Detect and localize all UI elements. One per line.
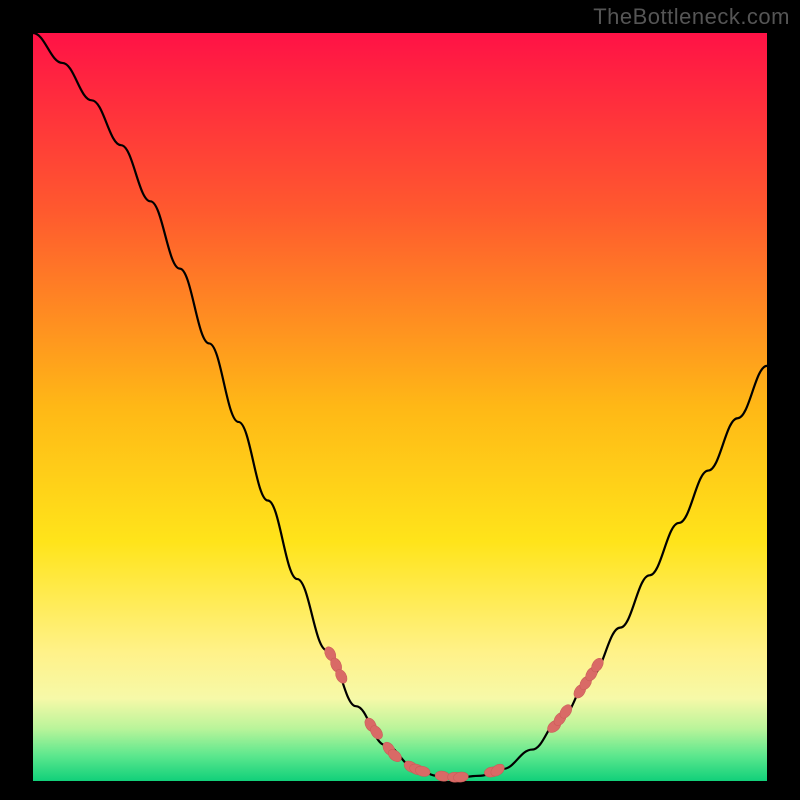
watermark-text: TheBottleneck.com bbox=[593, 4, 790, 30]
plot-background bbox=[33, 33, 767, 781]
chart-stage: TheBottleneck.com bbox=[0, 0, 800, 800]
bottleneck-chart bbox=[0, 0, 800, 800]
